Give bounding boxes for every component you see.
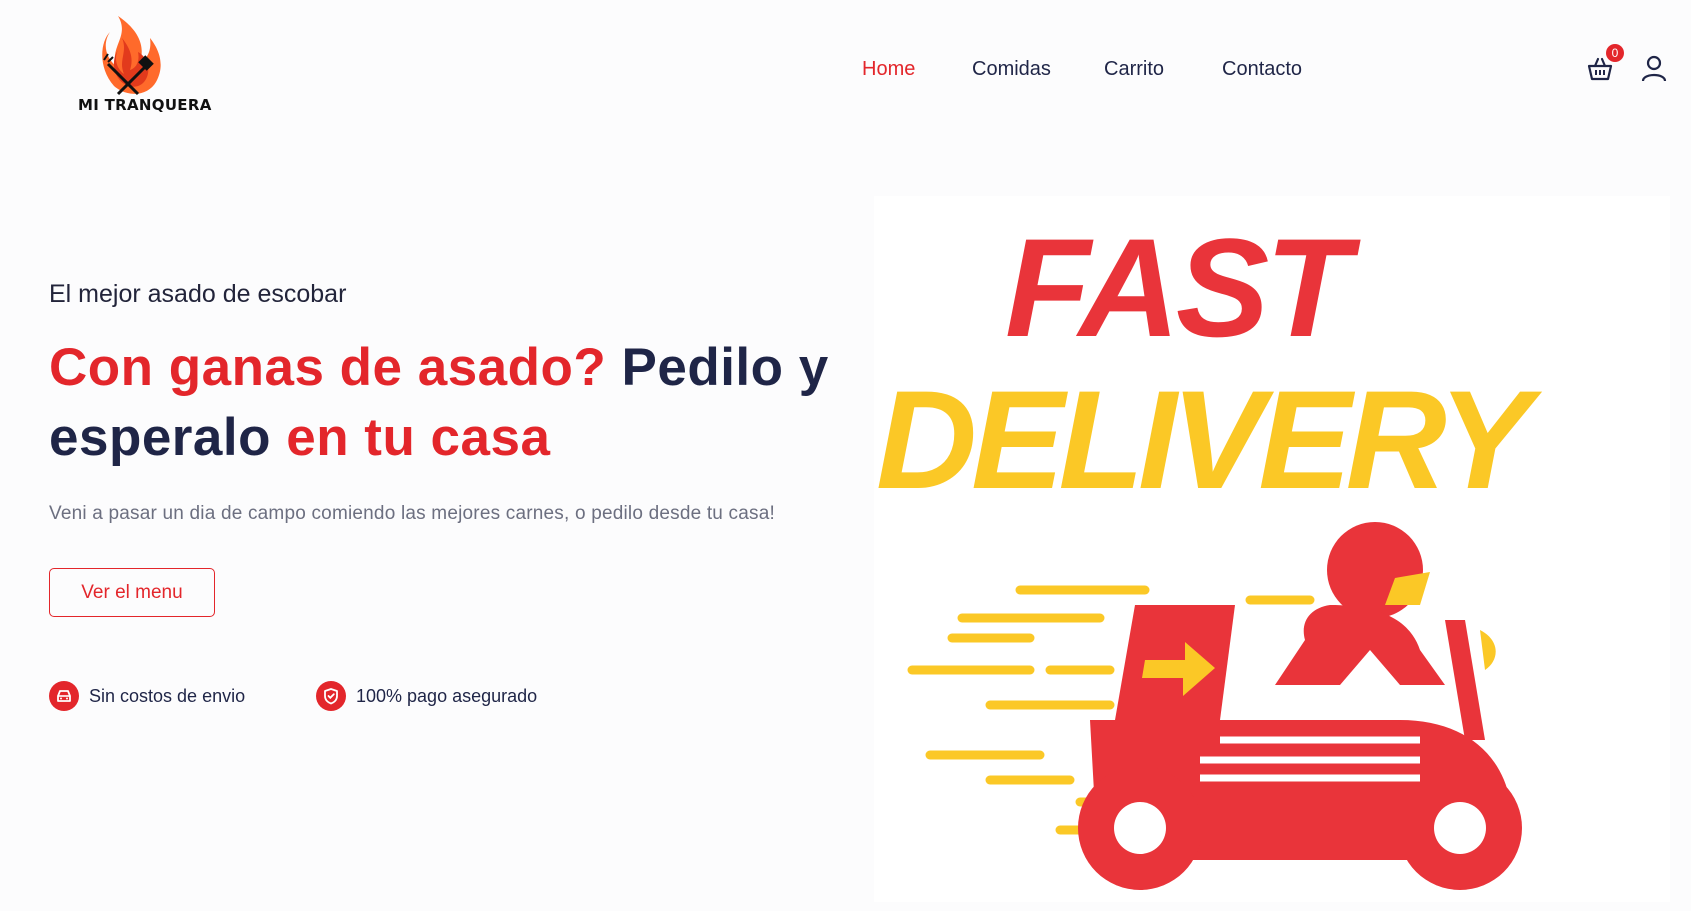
brand-name: MI TRANQUERA [78,96,212,114]
hero-section: El mejor asado de escobar Con ganas de a… [49,280,829,525]
feature-label: 100% pago asegurado [356,685,538,706]
nav-comidas[interactable]: Comidas [972,58,1051,81]
promo-delivery-text: DELIVERY [876,361,1532,518]
hero-eyebrow: El mejor asado de escobar [49,280,347,308]
car-icon [49,681,79,711]
delivery-scooter-icon [907,522,1522,890]
headline-highlight-1: Con ganas de asado? [49,338,607,397]
nav-home[interactable]: Home [862,58,915,81]
feature-free-shipping: Sin costos de envio [49,681,245,711]
hero-description: Veni a pasar un dia de campo comiendo la… [49,503,775,524]
user-icon [1641,55,1667,82]
site-header: MI TRANQUERA Home Comidas Carrito Contac… [0,0,1691,140]
headline-highlight-2: en tu casa [286,408,551,467]
view-menu-button[interactable]: Ver el menu [49,568,215,617]
user-account-button[interactable] [1641,54,1667,82]
promo-fast-text: FAST [1005,209,1351,366]
nav-contacto[interactable]: Contacto [1222,58,1302,81]
nav-carrito[interactable]: Carrito [1104,58,1164,81]
feature-label: Sin costos de envio [89,685,246,706]
cart-count-badge: 0 [1606,44,1624,62]
shield-icon [316,681,346,711]
hero-headline: Con ganas de asado? Pedilo y esperalo en… [49,333,829,473]
feature-secure-payment: 100% pago asegurado [316,681,537,711]
